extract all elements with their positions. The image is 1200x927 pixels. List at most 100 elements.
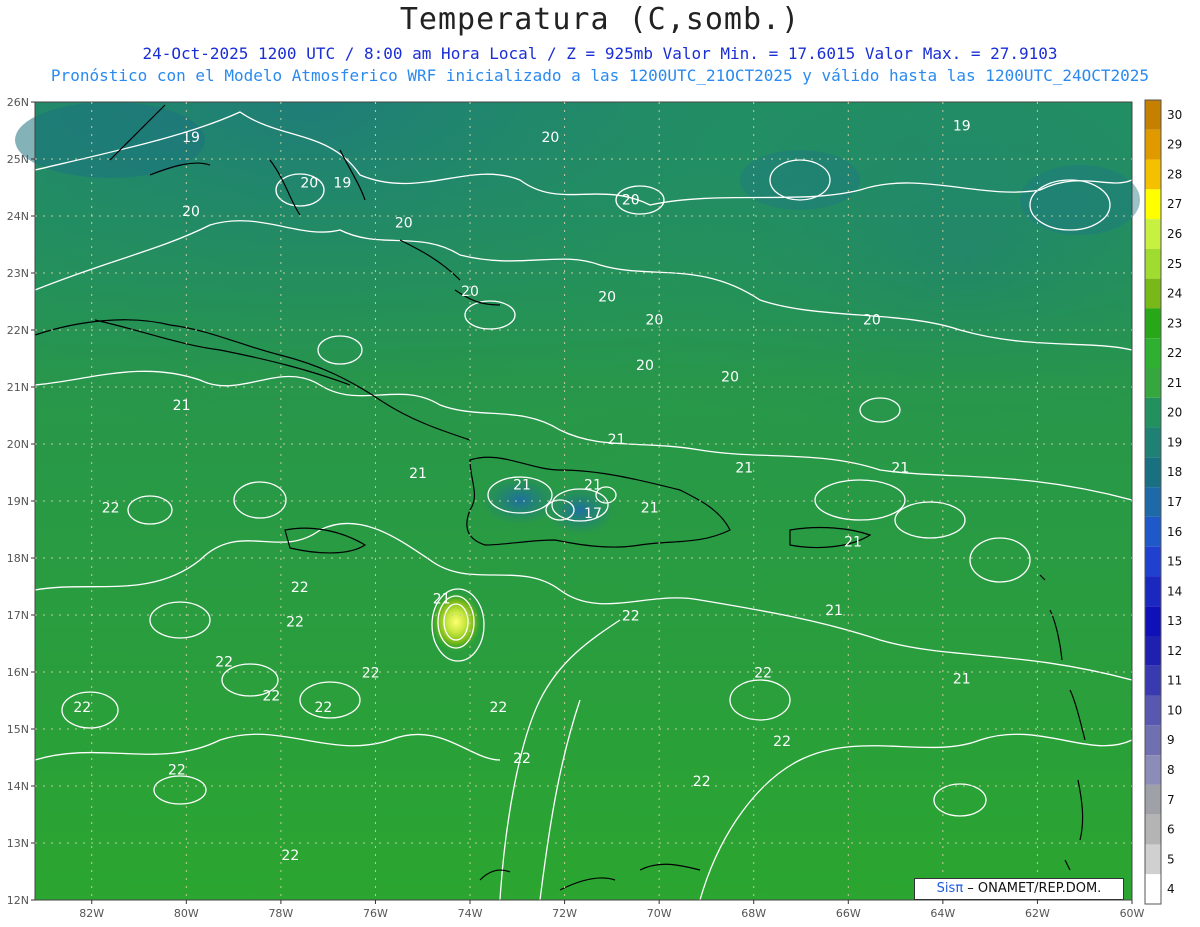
- contour-label: 21: [584, 478, 602, 494]
- contour-label: 20: [636, 358, 654, 374]
- colorbar-swatch: [1145, 784, 1161, 815]
- contour-label: 21: [891, 461, 909, 477]
- lat-label: 21N: [7, 381, 29, 394]
- lon-label: 66W: [836, 907, 861, 920]
- colorbar-label: 12: [1167, 644, 1182, 658]
- contour-label: 22: [73, 700, 91, 716]
- colorbar-label: 19: [1167, 435, 1182, 449]
- colorbar-label: 26: [1167, 227, 1182, 241]
- colorbar-swatch: [1145, 397, 1161, 428]
- colorbar-swatch: [1145, 129, 1161, 160]
- lon-label: 70W: [647, 907, 672, 920]
- lat-label: 15N: [7, 723, 29, 736]
- contour-label: 22: [168, 763, 186, 779]
- contour-label: 20: [622, 193, 640, 209]
- contour-label: 20: [300, 176, 318, 192]
- colorbar-label: 29: [1167, 138, 1182, 152]
- contour-label: 21: [953, 671, 971, 687]
- contour-label: 20: [598, 290, 616, 306]
- colorbar-label: 11: [1167, 674, 1182, 688]
- lat-label: 14N: [7, 780, 29, 793]
- contour-label: 22: [286, 614, 304, 630]
- colorbar-swatch: [1145, 576, 1161, 607]
- contour-label: 19: [333, 176, 351, 192]
- contour-label: 20: [646, 312, 664, 328]
- contour-label: 21: [409, 466, 427, 482]
- colorbar-label: 28: [1167, 167, 1182, 181]
- colorbar: 30 29 28 27 26 25 24 23 22 21 20 19 18 17 16 15 14 13 12 11…: [1144, 99, 1182, 905]
- colorbar-label: 27: [1167, 197, 1182, 211]
- credit-pi: π: [955, 881, 964, 896]
- lon-label: 78W: [268, 907, 293, 920]
- colorbar-label: 4: [1167, 882, 1175, 896]
- credit-box: Sisπ – ONAMET/REP.DOM.: [914, 878, 1124, 900]
- colorbar-label: 25: [1167, 257, 1182, 271]
- contour-label: 21: [513, 478, 531, 494]
- contour-label: 22: [291, 580, 309, 596]
- colorbar-label: 6: [1167, 823, 1175, 837]
- contour-label: 22: [489, 700, 507, 716]
- contour-label: 20: [721, 369, 739, 385]
- contour-label: 22: [263, 689, 281, 705]
- colorbar-swatch: [1145, 278, 1161, 309]
- contour-label: 21: [825, 603, 843, 619]
- contour-label: 22: [754, 666, 772, 682]
- contour-label: 22: [215, 654, 233, 670]
- lat-label: 26N: [7, 96, 29, 109]
- lon-label: 82W: [79, 907, 104, 920]
- lat-label: 22N: [7, 324, 29, 337]
- colorbar-label: 22: [1167, 346, 1182, 360]
- lat-label: 17N: [7, 609, 29, 622]
- colorbar-label: 8: [1167, 763, 1175, 777]
- temperature-map: 26N 25N 24N 23N 22N 21N 20N 19N 18N 17N 16N 15N 14N 1…: [7, 96, 1183, 920]
- colorbar-swatch: [1145, 338, 1161, 368]
- colorbar-swatch: [1145, 606, 1161, 636]
- colorbar-swatch: [1145, 368, 1161, 398]
- contour-label: 22: [102, 500, 120, 516]
- colorbar-swatch: [1145, 457, 1161, 488]
- contour-label: 22: [693, 774, 711, 790]
- colorbar-label: 5: [1167, 852, 1175, 866]
- contour-label: 22: [362, 666, 380, 682]
- colorbar-swatch: [1145, 814, 1161, 845]
- colorbar-swatch: [1145, 755, 1161, 785]
- colorbar-swatch: [1145, 695, 1161, 726]
- contour-label: 22: [281, 848, 299, 864]
- contour-label: 21: [173, 398, 191, 414]
- colorbar-label: 23: [1167, 316, 1182, 330]
- colorbar-swatch: [1145, 487, 1161, 517]
- contour-label: 22: [513, 751, 531, 767]
- lat-label: 16N: [7, 666, 29, 679]
- lat-label: 13N: [7, 837, 29, 850]
- colorbar-swatch: [1145, 100, 1161, 130]
- contour-label: 21: [735, 461, 753, 477]
- colorbar-swatch: [1145, 636, 1161, 666]
- colorbar-swatch: [1145, 844, 1161, 875]
- colorbar-swatch: [1145, 516, 1161, 547]
- colorbar-label: 24: [1167, 287, 1182, 301]
- colorbar-swatch: [1145, 219, 1161, 249]
- colorbar-label: 13: [1167, 614, 1182, 628]
- contour-label: 20: [395, 215, 413, 231]
- colorbar-label: 16: [1167, 525, 1182, 539]
- lon-label: 68W: [741, 907, 766, 920]
- colorbar-label: 30: [1167, 108, 1182, 122]
- lon-label: 80W: [174, 907, 199, 920]
- contour-label: 19: [182, 130, 200, 146]
- colorbar-swatch: [1145, 874, 1161, 904]
- lon-label: 64W: [930, 907, 955, 920]
- colorbar-swatch: [1145, 308, 1161, 339]
- colorbar-label: 10: [1167, 703, 1182, 717]
- lon-label: 74W: [458, 907, 483, 920]
- lat-label: 23N: [7, 267, 29, 280]
- colorbar-label: 7: [1167, 793, 1175, 807]
- lon-label: 76W: [363, 907, 388, 920]
- colorbar-label: 15: [1167, 555, 1182, 569]
- contour-label: 20: [541, 130, 559, 146]
- lon-label: 62W: [1025, 907, 1050, 920]
- colorbar-label: 20: [1167, 406, 1182, 420]
- contour-label: 20: [863, 312, 881, 328]
- colorbar-swatch: [1145, 159, 1161, 190]
- lon-label: 60W: [1120, 907, 1145, 920]
- contour-label: 17: [584, 506, 602, 522]
